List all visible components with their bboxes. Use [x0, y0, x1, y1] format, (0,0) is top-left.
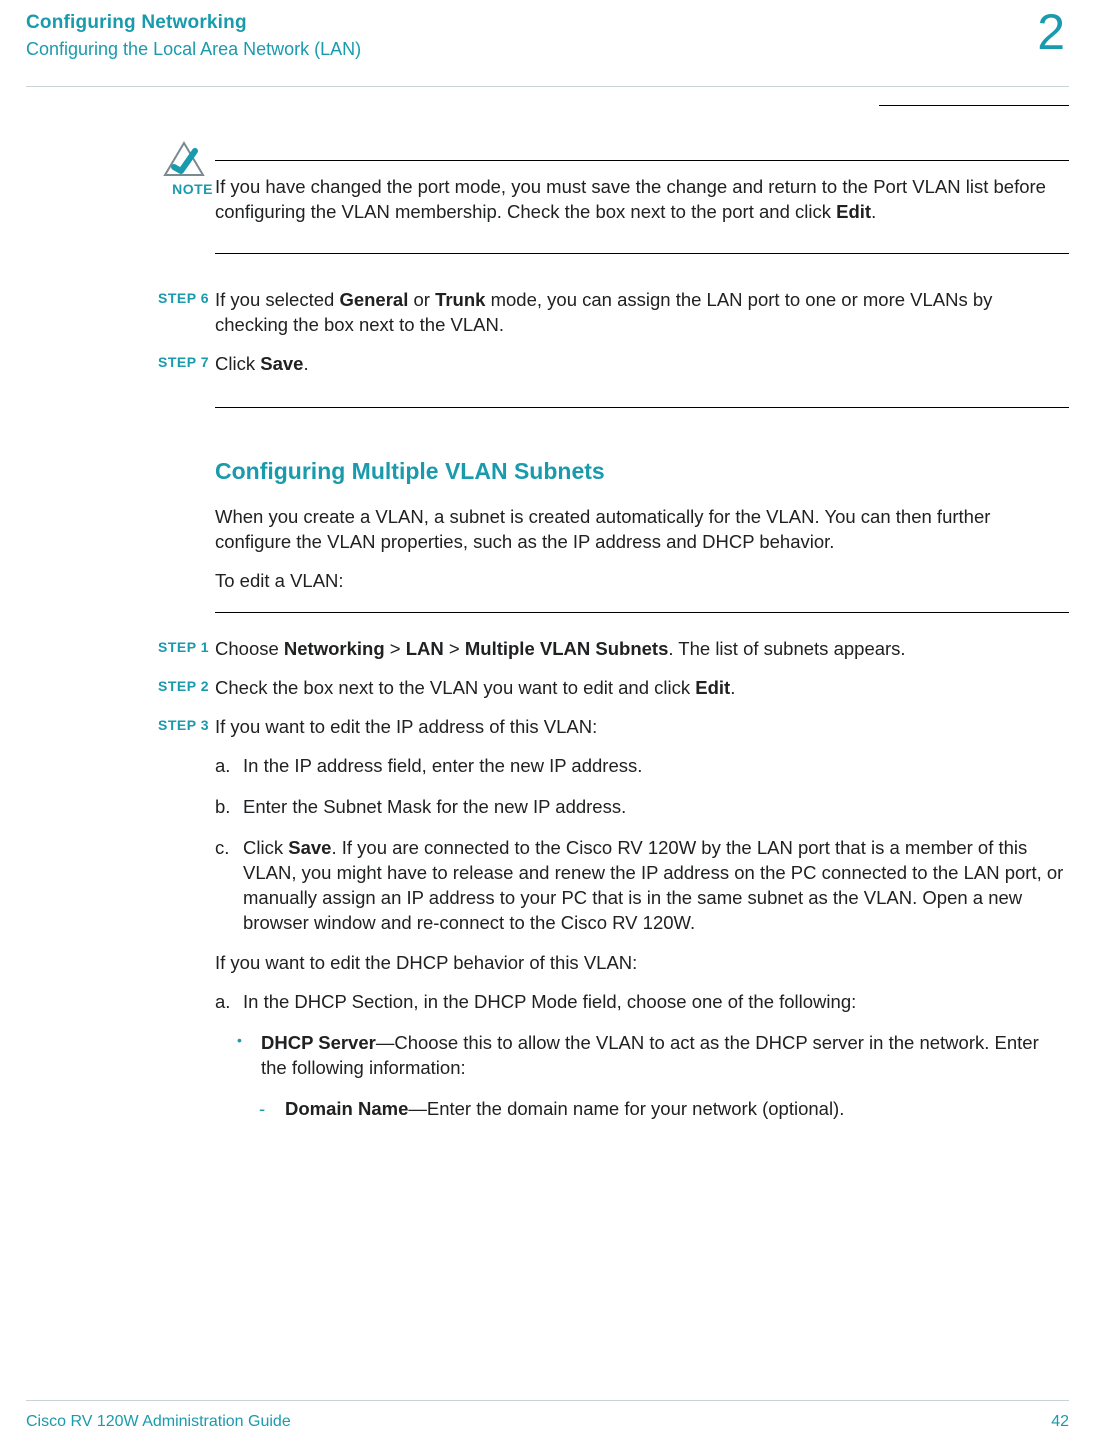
dhcp-lead: If you want to edit the DHCP behavior of… — [215, 951, 1069, 976]
page-header: Configuring Networking Configuring the L… — [26, 12, 1069, 60]
note-text: If you have changed the port mode, you m… — [215, 175, 1069, 225]
txt: . — [303, 353, 308, 374]
bold: Networking — [284, 638, 385, 659]
txt: Choose — [215, 638, 284, 659]
txt: > — [385, 638, 406, 659]
txt: Click — [243, 837, 288, 858]
sub-item-b: b. Enter the Subnet Mask for the new IP … — [239, 795, 1069, 820]
bold: Edit — [695, 677, 730, 698]
header-rule-stub — [879, 105, 1069, 106]
header-title: Configuring Networking — [26, 12, 1069, 34]
bold: Multiple VLAN Subnets — [465, 638, 669, 659]
bold: General — [339, 289, 408, 310]
main-column: NOTE If you have changed the port mode, … — [215, 160, 1069, 1122]
txt: > — [444, 638, 465, 659]
step-text: Click Save. — [215, 352, 1069, 377]
dash-list: - Domain Name—Enter the domain name for … — [215, 1097, 1069, 1122]
bold: DHCP Server — [261, 1032, 376, 1053]
step-label: STEP 7 — [145, 354, 209, 370]
header-rule — [26, 86, 1069, 87]
step-label: STEP 3 — [145, 717, 209, 733]
bold: Save — [260, 353, 303, 374]
note-icon — [163, 141, 205, 179]
bullet-list: DHCP Server—Choose this to allow the VLA… — [215, 1031, 1069, 1081]
sub-item-a2: a. In the DHCP Section, in the DHCP Mode… — [239, 990, 1069, 1015]
note-box: NOTE If you have changed the port mode, … — [215, 160, 1069, 254]
step-2: STEP 2 Check the box next to the VLAN yo… — [215, 676, 1069, 701]
step-label: STEP 6 — [145, 290, 209, 306]
sub-text: In the IP address field, enter the new I… — [239, 754, 1069, 779]
txt: —Choose this to allow the VLAN to act as… — [261, 1032, 1039, 1078]
txt: . The list of subnets appears. — [668, 638, 905, 659]
step-7: STEP 7 Click Save. — [215, 352, 1069, 377]
step-text: Check the box next to the VLAN you want … — [215, 676, 1069, 701]
dash-item: - Domain Name—Enter the domain name for … — [285, 1097, 1069, 1122]
dash-icon: - — [259, 1097, 265, 1122]
sub-text: Enter the Subnet Mask for the new IP add… — [239, 795, 1069, 820]
section-lead: To edit a VLAN: — [215, 569, 1069, 594]
step-3: STEP 3 If you want to edit the IP addres… — [215, 715, 1069, 1123]
txt: Check the box next to the VLAN you want … — [215, 677, 695, 698]
step-label: STEP 1 — [145, 639, 209, 655]
sub-label: b. — [215, 795, 230, 820]
bold: LAN — [406, 638, 444, 659]
bold: Domain Name — [285, 1098, 408, 1119]
bullet-item: DHCP Server—Choose this to allow the VLA… — [261, 1031, 1069, 1081]
footer-left: Cisco RV 120W Administration Guide — [26, 1413, 291, 1431]
thin-rule — [215, 612, 1069, 613]
step-6: STEP 6 If you selected General or Trunk … — [215, 288, 1069, 338]
sublist-2: a. In the DHCP Section, in the DHCP Mode… — [215, 990, 1069, 1015]
step-label: STEP 2 — [145, 678, 209, 694]
txt: Click — [215, 353, 260, 374]
sub-item-c: c. Click Save. If you are connected to t… — [239, 836, 1069, 936]
footer-rule — [26, 1400, 1069, 1401]
sublist: a. In the IP address field, enter the ne… — [215, 754, 1069, 936]
txt: —Enter the domain name for your network … — [408, 1098, 844, 1119]
note-label: NOTE — [165, 181, 213, 197]
sub-label: a. — [215, 990, 230, 1015]
step-text: If you selected General or Trunk mode, y… — [215, 288, 1069, 338]
txt: . — [871, 201, 876, 222]
txt: or — [408, 289, 435, 310]
section-intro: When you create a VLAN, a subnet is crea… — [215, 505, 1069, 555]
bold: Edit — [836, 201, 871, 222]
section-heading: Configuring Multiple VLAN Subnets — [215, 458, 1069, 485]
step-1: STEP 1 Choose Networking > LAN > Multipl… — [215, 637, 1069, 662]
txt: If you selected — [215, 289, 339, 310]
sub-label: c. — [215, 836, 229, 861]
txt: . If you are connected to the Cisco RV 1… — [243, 837, 1063, 933]
header-subtitle: Configuring the Local Area Network (LAN) — [26, 39, 1069, 60]
step-text: Choose Networking > LAN > Multiple VLAN … — [215, 637, 1069, 662]
txt: . — [730, 677, 735, 698]
chapter-number: 2 — [1037, 7, 1065, 57]
sub-text: Click Save. If you are connected to the … — [239, 836, 1069, 936]
section-rule — [215, 407, 1069, 408]
bold: Save — [288, 837, 331, 858]
sub-item-a: a. In the IP address field, enter the ne… — [239, 754, 1069, 779]
page-number: 42 — [1051, 1413, 1069, 1431]
sub-label: a. — [215, 754, 230, 779]
txt: If you have changed the port mode, you m… — [215, 176, 1046, 222]
bold: Trunk — [435, 289, 485, 310]
sub-text: In the DHCP Section, in the DHCP Mode fi… — [239, 990, 1069, 1015]
step-lead: If you want to edit the IP address of th… — [215, 715, 1069, 740]
